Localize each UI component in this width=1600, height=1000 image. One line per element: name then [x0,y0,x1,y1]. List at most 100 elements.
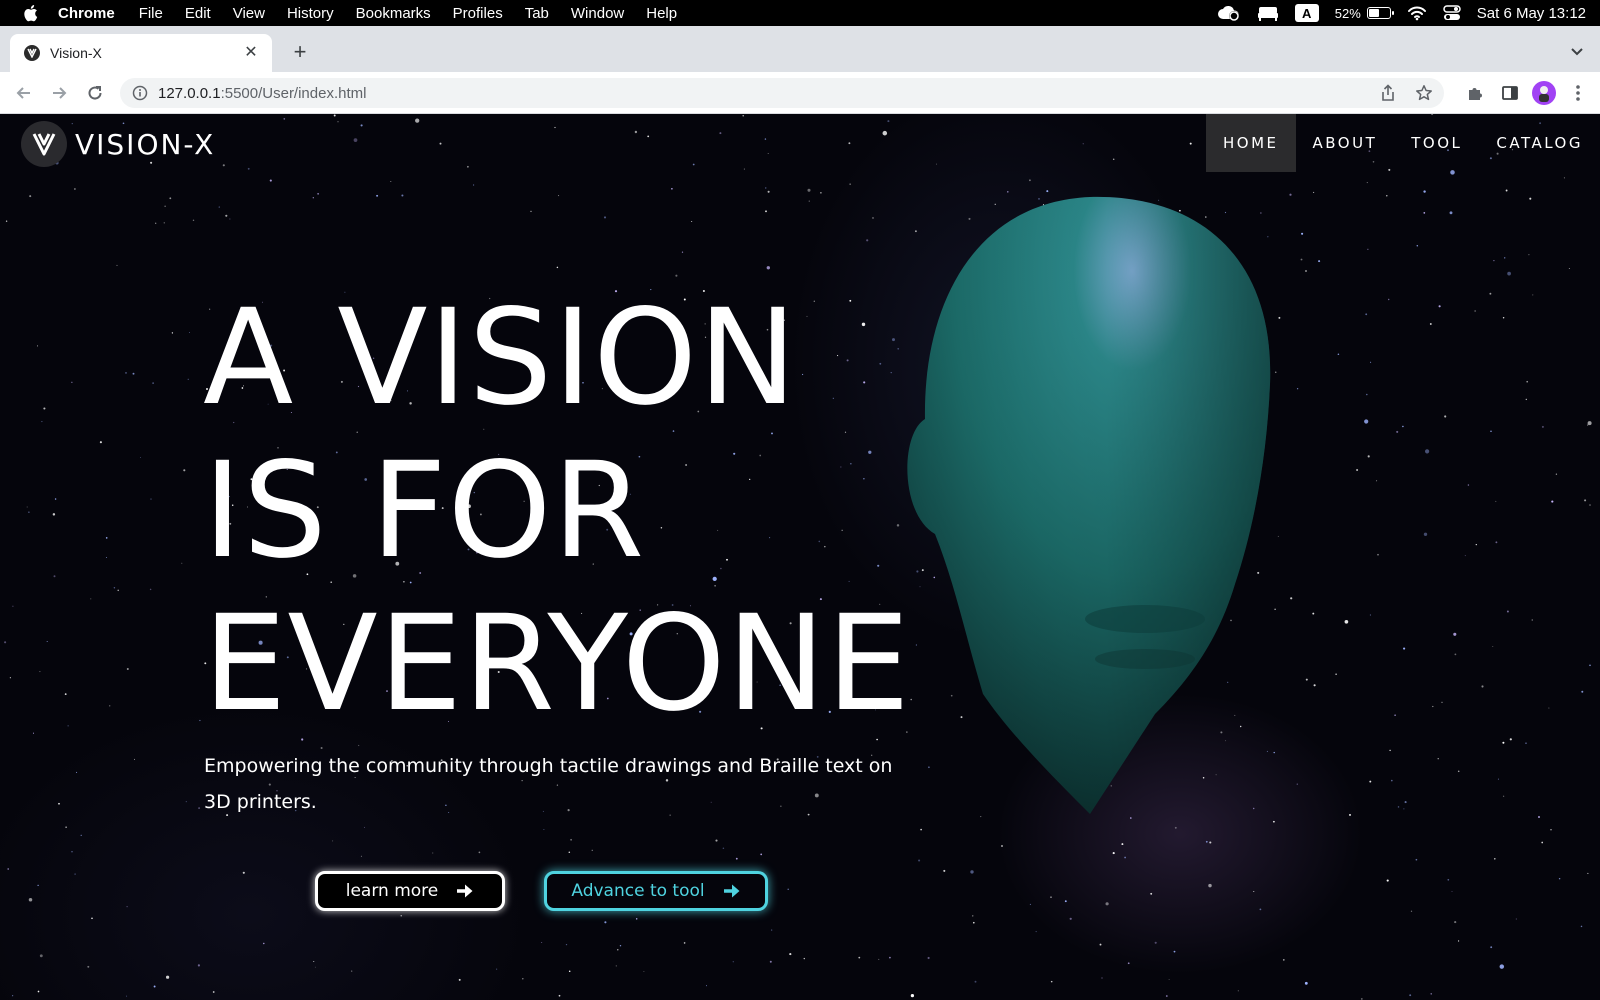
star [570,838,572,841]
menu-app-name[interactable]: Chrome [58,5,115,22]
advance-to-tool-button[interactable]: Advance to tool [544,871,768,911]
star [181,562,183,564]
star [565,943,568,946]
star [164,205,166,207]
battery-indicator[interactable]: 52% [1335,6,1394,21]
star [39,954,43,958]
address-bar[interactable]: 127.0.0.1:5500/User/index.html [120,78,1444,108]
reload-icon[interactable] [82,80,108,106]
star [1416,245,1419,247]
nav-home[interactable]: HOME [1206,114,1296,172]
teal-head-sculpture-image [907,196,1271,814]
vision-x-logo-icon [24,45,40,61]
star [473,184,475,186]
star [1502,741,1505,744]
apple-icon[interactable] [22,4,38,22]
back-icon[interactable] [11,80,37,106]
creative-cloud-icon[interactable] [1217,4,1241,22]
star [360,855,362,857]
star [222,164,225,167]
star [43,407,46,410]
url-path: :5500/User/index.html [220,84,367,102]
battery-icon [1366,7,1394,19]
site-info-icon[interactable] [132,85,148,101]
star [1532,294,1534,296]
star [1367,455,1370,458]
site-logo[interactable]: VISION-X [21,121,215,167]
star [1587,424,1589,426]
star [769,960,772,963]
tab-close-icon[interactable]: ✕ [242,44,260,62]
menu-view[interactable]: View [233,5,265,22]
star [1150,892,1153,895]
menu-tab[interactable]: Tab [525,5,549,22]
star [80,834,82,836]
star [683,942,686,944]
bed-icon[interactable] [1257,5,1279,21]
nav-tool[interactable]: TOOL [1394,114,1479,172]
star [1124,856,1126,859]
star [556,266,559,269]
star [522,978,524,980]
arrow-right-icon [456,883,474,899]
star [1050,896,1052,898]
tab-vision-x[interactable]: Vision-X ✕ [10,34,272,72]
star [54,498,57,500]
star [1538,816,1540,818]
menu-history[interactable]: History [287,5,334,22]
control-center-icon[interactable] [1443,5,1461,21]
star [149,588,152,591]
star [1525,742,1527,744]
chrome-menu-icon[interactable] [1565,80,1591,106]
profile-avatar[interactable] [1532,81,1556,105]
star [643,970,645,972]
menu-window[interactable]: Window [571,5,624,22]
learn-more-button[interactable]: learn more [315,871,505,911]
hero-title-line-1: A VISION [203,281,798,435]
share-icon[interactable] [1378,83,1398,103]
star [1550,829,1552,831]
star [554,126,556,129]
star [1365,313,1368,316]
star [313,961,315,962]
star [1069,917,1072,920]
star [1424,449,1430,454]
menubar-clock[interactable]: Sat 6 May 13:12 [1477,5,1586,22]
menu-bookmarks[interactable]: Bookmarks [356,5,431,22]
star [1313,191,1315,193]
star [74,188,76,190]
star [872,217,874,219]
star [1558,877,1561,880]
bookmark-star-icon[interactable] [1414,83,1434,103]
star [568,970,571,972]
forward-icon[interactable] [46,80,72,106]
menu-edit[interactable]: Edit [185,5,211,22]
star [1589,504,1591,506]
star [1369,614,1371,616]
menu-file[interactable]: File [139,5,163,22]
new-tab-icon[interactable]: + [288,40,312,64]
tab-search-chevron-icon[interactable] [1568,42,1586,60]
menu-help[interactable]: Help [646,5,677,22]
star [849,183,851,185]
star [1389,749,1391,752]
input-source-icon[interactable]: A [1294,4,1319,22]
star [858,956,861,959]
wifi-icon[interactable] [1407,5,1427,21]
star [39,671,41,673]
star [543,828,545,830]
star [353,138,358,142]
side-panel-icon[interactable] [1497,80,1523,106]
nav-catalog[interactable]: CATALOG [1479,114,1600,172]
nav-about[interactable]: ABOUT [1296,114,1395,172]
star [132,372,135,375]
star [1453,632,1457,636]
star [974,980,977,983]
star [28,511,30,513]
extensions-puzzle-icon[interactable] [1462,80,1488,106]
star [848,142,851,145]
star [807,188,811,192]
star [1064,900,1067,903]
star [1475,543,1477,546]
menu-profiles[interactable]: Profiles [453,5,503,22]
